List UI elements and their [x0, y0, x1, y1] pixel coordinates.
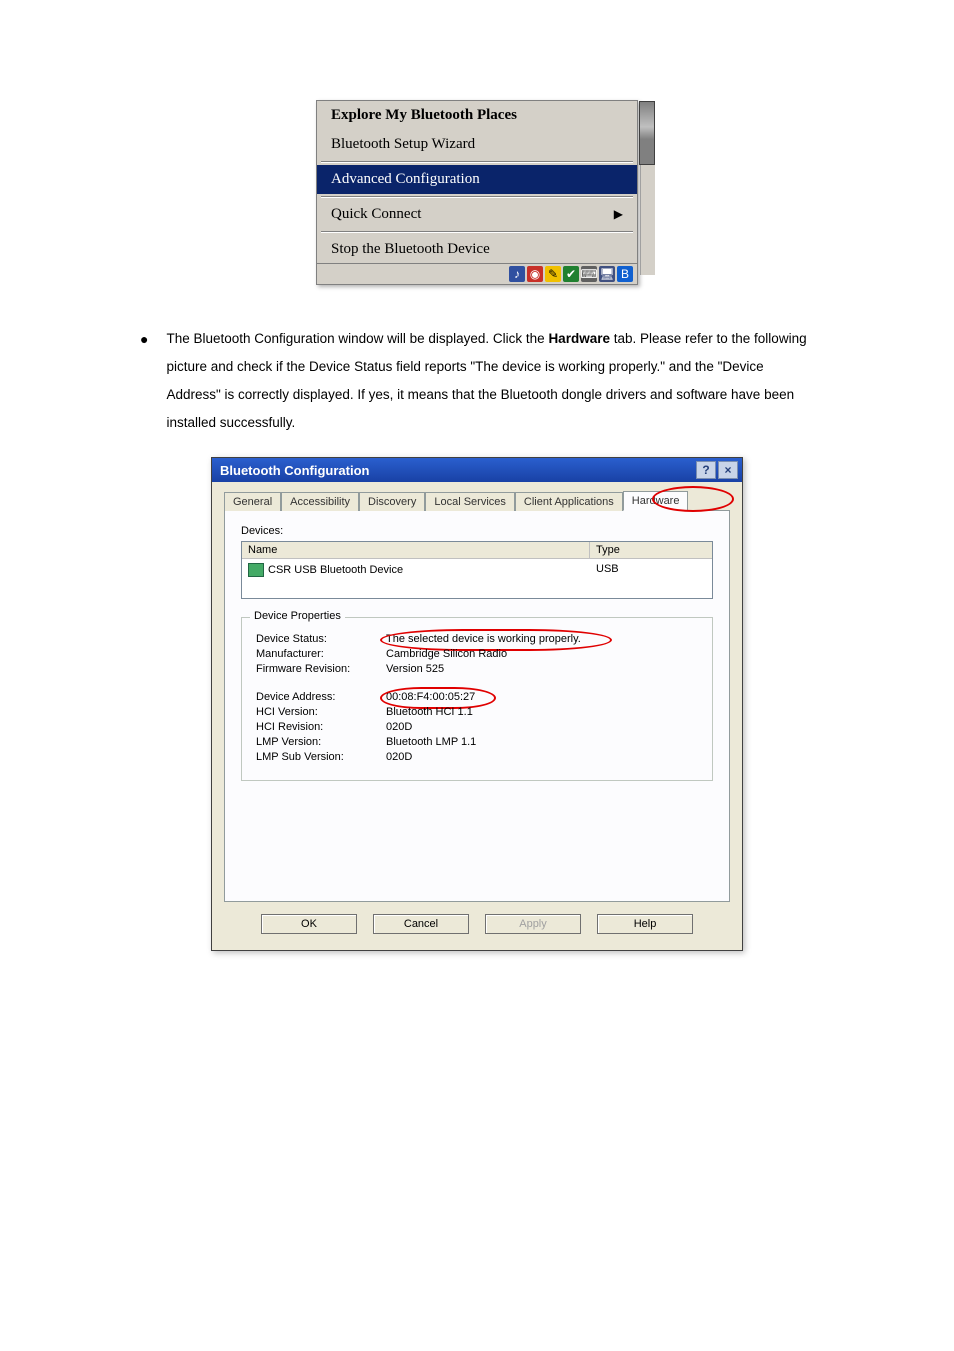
- menu-item-stop[interactable]: Stop the Bluetooth Device: [317, 235, 637, 264]
- context-menu-figure: Explore My Bluetooth Places Bluetooth Se…: [120, 100, 834, 285]
- text-pre: The Bluetooth Configuration window will …: [166, 331, 548, 346]
- context-menu: Explore My Bluetooth Places Bluetooth Se…: [316, 100, 638, 285]
- prop-label: Device Status:: [256, 633, 386, 645]
- titlebar: Bluetooth Configuration ? ×: [212, 458, 742, 482]
- prop-row-manufacturer: Manufacturer: Cambridge Silicon Radio: [256, 648, 698, 660]
- prop-label: HCI Version:: [256, 706, 386, 718]
- prop-label: LMP Version:: [256, 736, 386, 748]
- ok-button[interactable]: OK: [261, 914, 357, 934]
- help-button[interactable]: Help: [597, 914, 693, 934]
- prop-value: Bluetooth HCI 1.1: [386, 706, 698, 718]
- prop-value: 020D: [386, 751, 698, 763]
- window-title: Bluetooth Configuration: [220, 463, 369, 478]
- spacer: [256, 678, 698, 688]
- col-name[interactable]: Name: [242, 542, 590, 558]
- document-page: Explore My Bluetooth Places Bluetooth Se…: [0, 0, 954, 1031]
- instruction-bullet: ● The Bluetooth Configuration window wil…: [140, 325, 814, 437]
- tray-icon[interactable]: 🖥: [599, 266, 615, 282]
- prop-label: LMP Sub Version:: [256, 751, 386, 763]
- prop-value: Bluetooth LMP 1.1: [386, 736, 698, 748]
- prop-value: 00:08:F4:00:05:27: [386, 691, 698, 703]
- close-button[interactable]: ×: [718, 461, 738, 479]
- tray-icon[interactable]: ✎: [545, 266, 561, 282]
- tray-icon[interactable]: ♪: [509, 266, 525, 282]
- menu-item-explore[interactable]: Explore My Bluetooth Places: [317, 101, 637, 130]
- prop-row-lmp-version: LMP Version: Bluetooth LMP 1.1: [256, 736, 698, 748]
- prop-label: Device Address:: [256, 691, 386, 703]
- dialog-button-row: OK Cancel Apply Help: [224, 914, 730, 938]
- submenu-arrow-icon: ▶: [614, 207, 623, 222]
- titlebar-buttons: ? ×: [696, 461, 738, 479]
- col-type[interactable]: Type: [590, 542, 712, 558]
- list-header: Name Type: [242, 542, 712, 559]
- instruction-text: The Bluetooth Configuration window will …: [166, 325, 814, 437]
- prop-label: Firmware Revision:: [256, 663, 386, 675]
- device-type-cell: USB: [590, 559, 712, 581]
- prop-value: Version 525: [386, 663, 698, 675]
- usb-device-icon: [248, 563, 264, 577]
- menu-item-advanced[interactable]: Advanced Configuration: [317, 165, 637, 194]
- prop-value: The selected device is working properly.: [386, 633, 698, 645]
- menu-item-quick-connect[interactable]: Quick Connect ▶: [317, 200, 637, 229]
- dialog-body: General Accessibility Discovery Local Se…: [212, 482, 742, 950]
- dialog-figure: Bluetooth Configuration ? × General Acce…: [120, 457, 834, 951]
- prop-row-address: Device Address: 00:08:F4:00:05:27: [256, 691, 698, 703]
- device-row[interactable]: CSR USB Bluetooth Device USB: [242, 559, 712, 581]
- prop-value: Cambridge Silicon Radio: [386, 648, 698, 660]
- help-button[interactable]: ?: [696, 461, 716, 479]
- scrollbar-decoration: [640, 165, 655, 275]
- menu-separator: [321, 161, 633, 163]
- tab-client-applications[interactable]: Client Applications: [515, 492, 623, 511]
- tray-icon[interactable]: ✔: [563, 266, 579, 282]
- tab-accessibility[interactable]: Accessibility: [281, 492, 359, 511]
- tab-discovery[interactable]: Discovery: [359, 492, 425, 511]
- device-list[interactable]: Name Type CSR USB Bluetooth Device USB: [241, 541, 713, 599]
- menu-separator: [321, 196, 633, 198]
- tab-hardware[interactable]: Hardware: [623, 491, 689, 511]
- devices-label: Devices:: [241, 525, 713, 537]
- tray-icon[interactable]: ◉: [527, 266, 543, 282]
- address-text: 00:08:F4:00:05:27: [386, 691, 475, 703]
- prop-row-status: Device Status: The selected device is wo…: [256, 633, 698, 645]
- scrollbar-decoration: [639, 101, 655, 165]
- tab-panel-hardware: Devices: Name Type CSR USB Bluetooth Dev…: [224, 510, 730, 902]
- cancel-button[interactable]: Cancel: [373, 914, 469, 934]
- tab-strip: General Accessibility Discovery Local Se…: [224, 490, 730, 510]
- bluetooth-tray-icon[interactable]: B: [617, 266, 633, 282]
- tab-local-services[interactable]: Local Services: [425, 492, 515, 511]
- device-name: CSR USB Bluetooth Device: [268, 564, 403, 576]
- system-tray: ♪ ◉ ✎ ✔ ⌨ 🖥 B: [317, 263, 637, 284]
- prop-value: 020D: [386, 721, 698, 733]
- group-legend: Device Properties: [250, 610, 345, 622]
- menu-item-label: Quick Connect: [331, 206, 421, 223]
- tray-icon[interactable]: ⌨: [581, 266, 597, 282]
- prop-row-hci-revision: HCI Revision: 020D: [256, 721, 698, 733]
- bluetooth-config-dialog: Bluetooth Configuration ? × General Acce…: [211, 457, 743, 951]
- text-bold: Hardware: [548, 331, 610, 346]
- apply-button: Apply: [485, 914, 581, 934]
- tab-general[interactable]: General: [224, 492, 281, 511]
- menu-separator: [321, 231, 633, 233]
- bullet-icon: ●: [140, 325, 148, 437]
- device-name-cell: CSR USB Bluetooth Device: [242, 559, 590, 581]
- status-text: The selected device is working properly.: [386, 633, 581, 645]
- prop-row-firmware: Firmware Revision: Version 525: [256, 663, 698, 675]
- prop-row-hci-version: HCI Version: Bluetooth HCI 1.1: [256, 706, 698, 718]
- prop-label: HCI Revision:: [256, 721, 386, 733]
- device-properties-group: Device Properties Device Status: The sel…: [241, 617, 713, 781]
- prop-row-lmp-subversion: LMP Sub Version: 020D: [256, 751, 698, 763]
- prop-label: Manufacturer:: [256, 648, 386, 660]
- menu-item-wizard[interactable]: Bluetooth Setup Wizard: [317, 130, 637, 159]
